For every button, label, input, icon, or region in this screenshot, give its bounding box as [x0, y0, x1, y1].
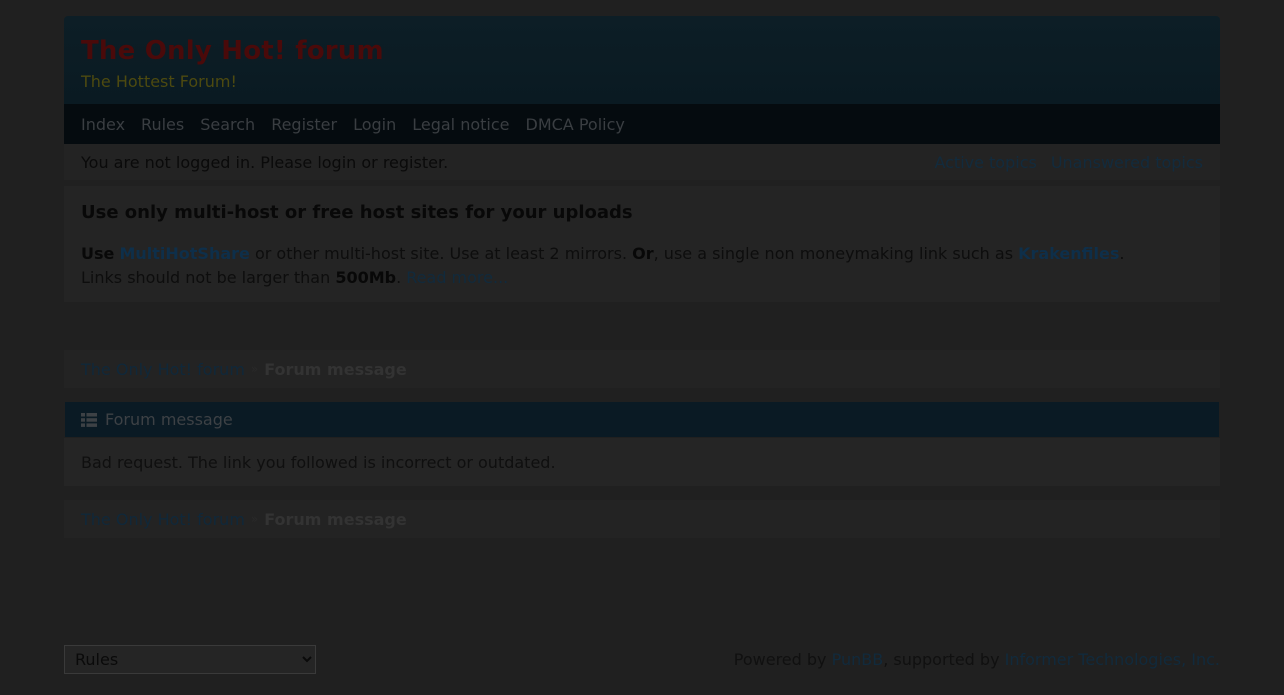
size-limit: 500Mb	[335, 268, 397, 287]
nav-login[interactable]: Login	[353, 115, 396, 134]
nav-rules[interactable]: Rules	[141, 115, 184, 134]
breadcrumb-separator: »	[250, 362, 259, 376]
breadcrumb-home-link[interactable]: The Only Hot! forum	[81, 360, 245, 379]
breadcrumb-current: Forum message	[264, 509, 407, 529]
unanswered-topics-link[interactable]: Unanswered topics	[1051, 153, 1203, 172]
page-wrapper: The Only Hot! forum The Hottest Forum! I…	[64, 16, 1220, 538]
powered-by: Powered by PunBB, supported by Informer …	[734, 650, 1220, 669]
list-icon	[81, 412, 97, 427]
supported-by-text: , supported by	[883, 650, 1005, 669]
informer-link[interactable]: Informer Technologies, Inc.	[1005, 650, 1220, 669]
nav-register[interactable]: Register	[271, 115, 337, 134]
message-body: Bad request. The link you followed is in…	[64, 438, 1220, 486]
quick-links: Active topics Unanswered topics	[934, 153, 1203, 172]
nav-index[interactable]: Index	[81, 115, 125, 134]
read-more-link[interactable]: Read more...	[406, 268, 508, 287]
forum-jump-select[interactable]: Rules	[64, 645, 316, 674]
page-footer: Rules Powered by PunBB, supported by Inf…	[64, 645, 1220, 675]
nav-legal-notice[interactable]: Legal notice	[412, 115, 509, 134]
krakenfiles-link[interactable]: Krakenfiles	[1018, 244, 1119, 263]
multihotshare-link[interactable]: MultiHotShare	[119, 244, 249, 263]
breadcrumb-current: Forum message	[264, 359, 407, 379]
announcement-text-2: , use a single non moneymaking link such…	[653, 244, 1019, 263]
announcement-body: Use MultiHotShare or other multi-host si…	[81, 242, 1170, 290]
nav-dmca-policy[interactable]: DMCA Policy	[526, 115, 625, 134]
breadcrumb-bottom: The Only Hot! forum » Forum message	[64, 500, 1220, 538]
announcement-text-4: .	[396, 268, 407, 287]
site-header: The Only Hot! forum The Hottest Forum!	[64, 16, 1220, 104]
or-word: Or	[632, 244, 654, 263]
board-description: The Hottest Forum!	[81, 72, 237, 91]
use-word: Use	[81, 244, 115, 263]
breadcrumb-separator: »	[250, 512, 259, 526]
announcement-text-1: or other multi-host site. Use at least 2…	[249, 244, 633, 263]
status-bar: You are not logged in. Please login or r…	[64, 144, 1220, 180]
nav-search[interactable]: Search	[200, 115, 255, 134]
breadcrumb-home-link[interactable]: The Only Hot! forum	[81, 510, 245, 529]
message-title: Forum message	[105, 410, 233, 429]
punbb-link[interactable]: PunBB	[832, 650, 884, 669]
login-status: You are not logged in. Please login or r…	[81, 152, 449, 172]
announcement-title: Use only multi-host or free host sites f…	[81, 202, 633, 223]
active-topics-link[interactable]: Active topics	[934, 153, 1036, 172]
main-navigation: Index Rules Search Register Login Legal …	[64, 104, 1220, 144]
announcement-box: Use only multi-host or free host sites f…	[64, 186, 1220, 302]
message-header: Forum message	[65, 402, 1219, 437]
board-title[interactable]: The Only Hot! forum	[81, 36, 384, 66]
breadcrumb-top: The Only Hot! forum » Forum message	[64, 350, 1220, 388]
powered-by-text: Powered by	[733, 650, 832, 669]
